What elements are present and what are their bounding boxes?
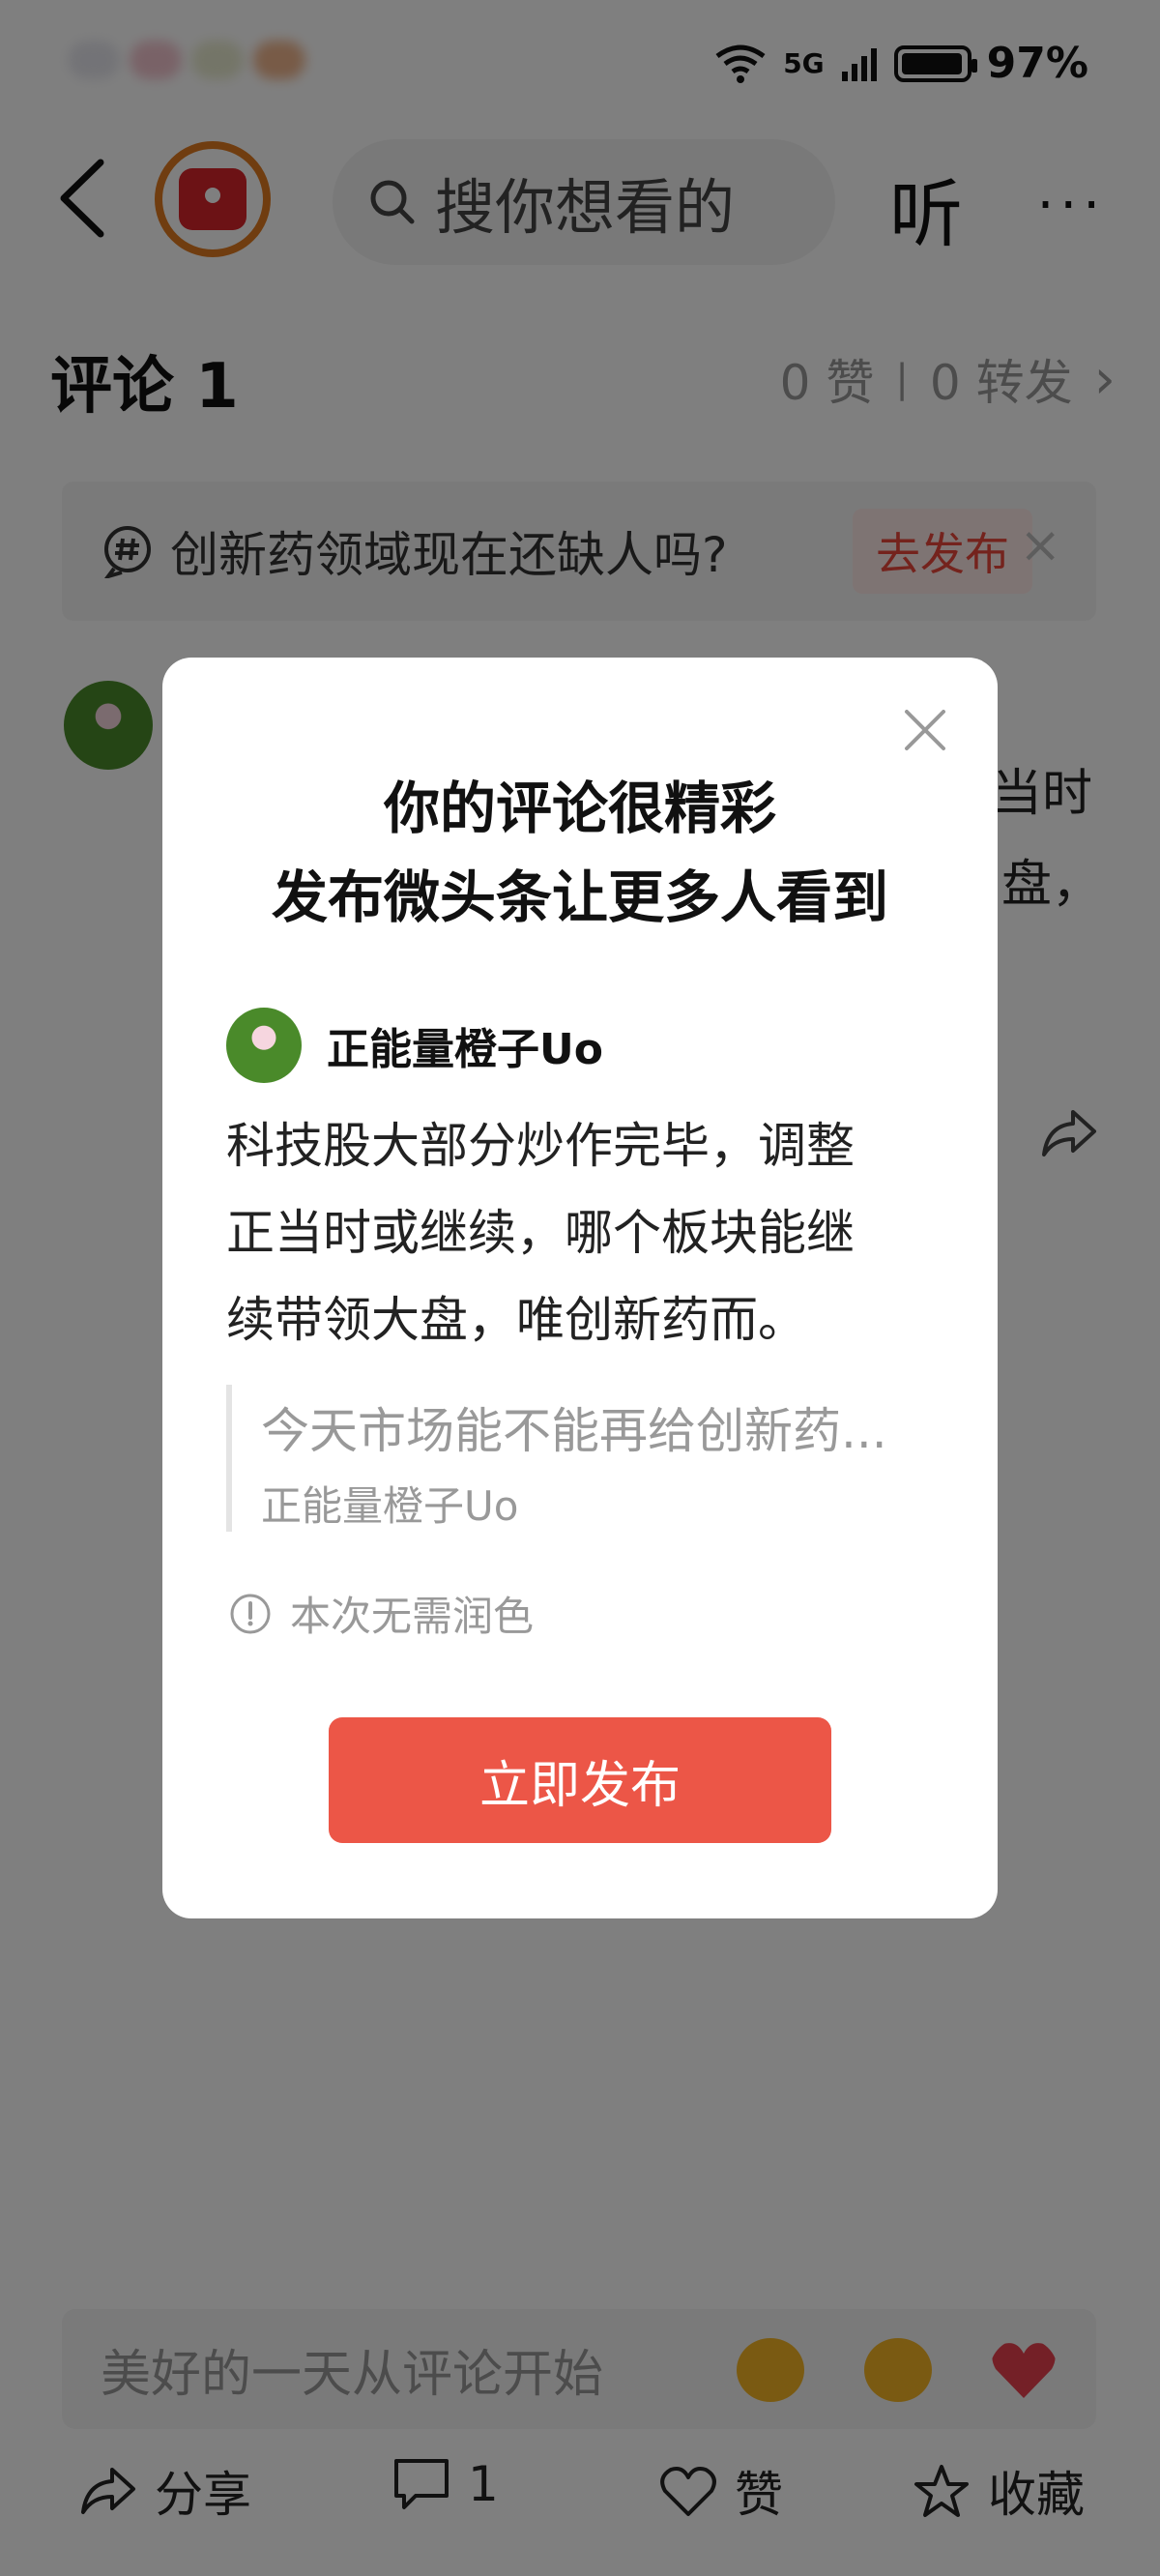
dialog-title-line2: 发布微头条让更多人看到 xyxy=(271,864,888,930)
quoted-author: 正能量橙子Uo xyxy=(261,1482,519,1530)
polish-note-text: 本次无需润色 xyxy=(290,1593,535,1640)
avatar xyxy=(226,1008,302,1083)
quoted-title: 今天市场能不能再给创新药... xyxy=(261,1403,887,1459)
author-row: 正能量橙子Uo xyxy=(226,1008,603,1083)
dialog-title-line1: 你的评论很精彩 xyxy=(383,776,776,841)
dialog-title: 你的评论很精彩 发布微头条让更多人看到 xyxy=(162,764,998,942)
close-icon[interactable] xyxy=(901,706,949,754)
polish-note: 本次无需润色 xyxy=(228,1584,534,1643)
comment-body-line: 正当时或继续，哪个板块能继 xyxy=(226,1205,855,1261)
quoted-article: 今天市场能不能再给创新药... 正能量橙子Uo xyxy=(226,1385,922,1532)
comment-body-line: 续带领大盘，唯创新药而。 xyxy=(226,1292,806,1348)
publish-dialog: 你的评论很精彩 发布微头条让更多人看到 正能量橙子Uo 科技股大部分炒作完毕，调… xyxy=(162,658,998,1918)
comment-body: 科技股大部分炒作完毕，调整 正当时或继续，哪个板块能继 续带领大盘，唯创新药而。 xyxy=(226,1102,942,1363)
publish-now-button[interactable]: 立即发布 xyxy=(329,1717,831,1843)
comment-body-line: 科技股大部分炒作完毕，调整 xyxy=(226,1118,855,1174)
info-icon xyxy=(230,1594,271,1633)
author-name: 正能量橙子Uo xyxy=(327,1025,603,1074)
